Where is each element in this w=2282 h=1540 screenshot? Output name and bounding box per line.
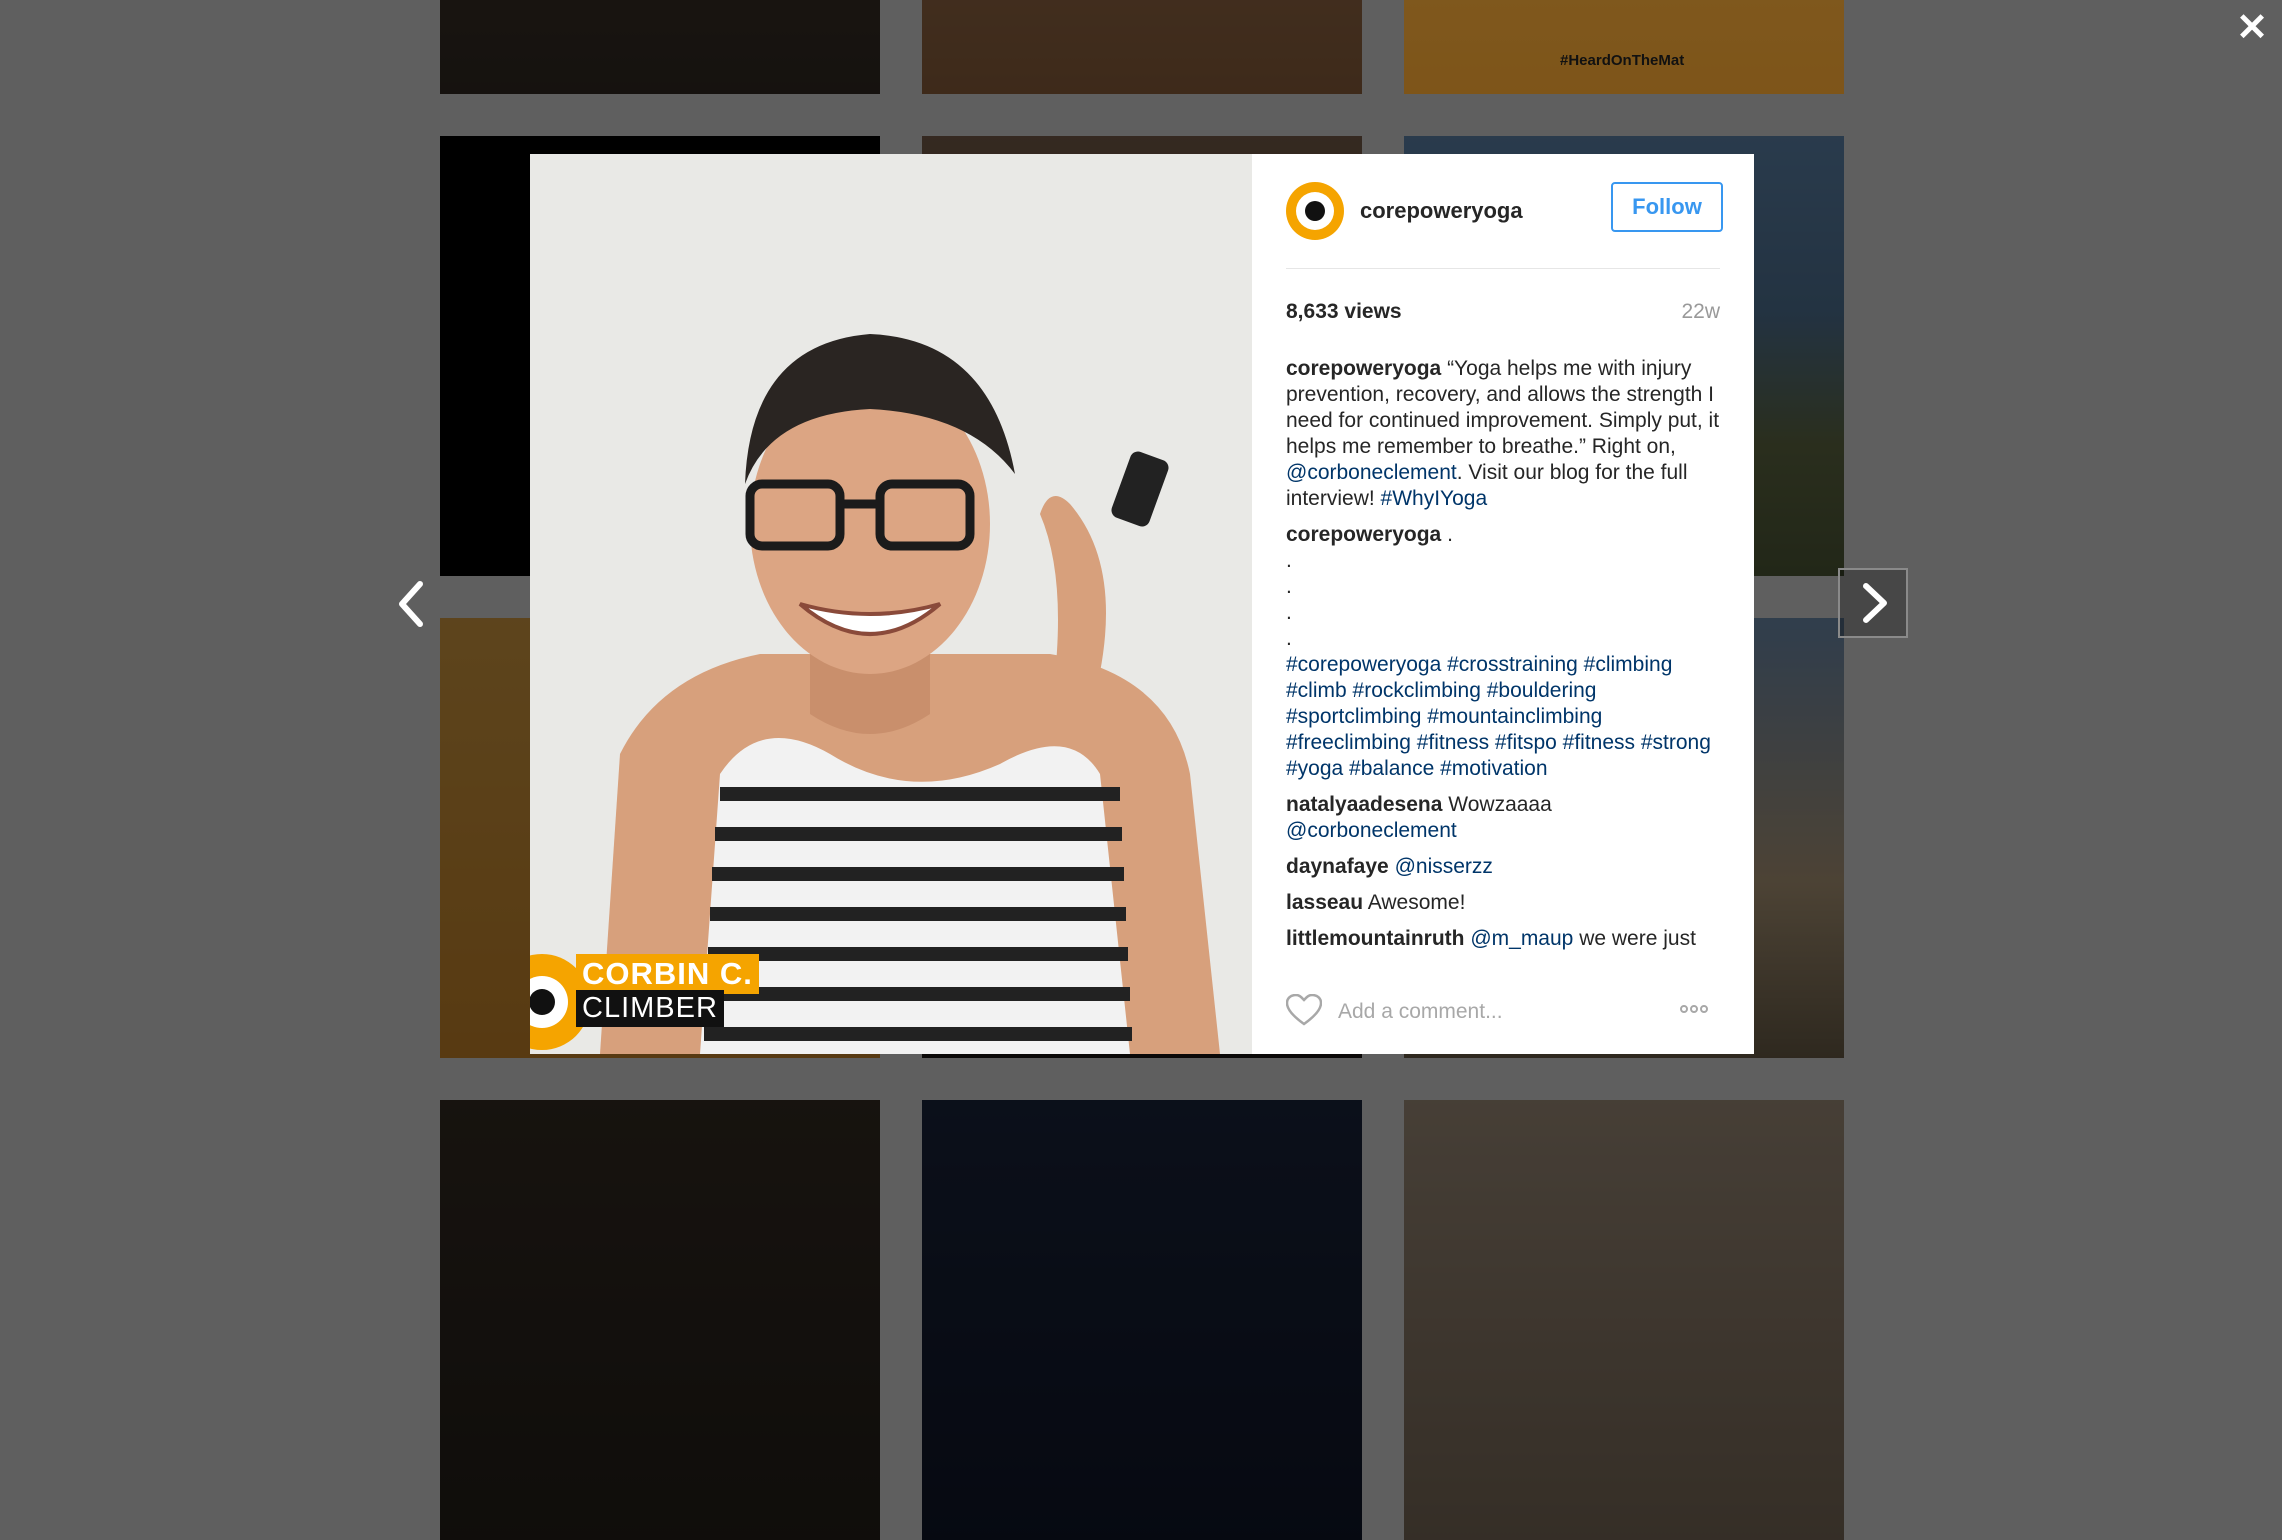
post-stats: 8,633 views 22w bbox=[1286, 300, 1720, 324]
mention-link[interactable]: @m_maup bbox=[1470, 927, 1573, 950]
like-button[interactable] bbox=[1285, 993, 1323, 1026]
comment-text: we were just bbox=[1573, 927, 1696, 950]
comment-username[interactable]: littlemountainruth bbox=[1286, 927, 1464, 950]
grid-tile[interactable] bbox=[922, 1100, 1362, 1540]
comment-username[interactable]: daynafaye bbox=[1286, 855, 1389, 878]
comment-text: . bbox=[1286, 601, 1292, 624]
list-item: littlemountainruth @m_maup we were just bbox=[1286, 926, 1720, 952]
comment-text: . bbox=[1286, 575, 1292, 598]
comment-list[interactable]: corepoweryoga “Yoga helps me with injury… bbox=[1286, 356, 1720, 952]
caption: corepoweryoga “Yoga helps me with injury… bbox=[1286, 356, 1720, 512]
post-modal: CORBIN C. CLIMBER corepoweryoga Follow 8… bbox=[530, 154, 1754, 1054]
comment-input[interactable] bbox=[1336, 994, 1650, 1030]
mention-link[interactable]: @nisserzz bbox=[1395, 855, 1493, 878]
view-count[interactable]: 8,633 views bbox=[1286, 300, 1402, 323]
comment-text: Wowzaaaa bbox=[1448, 793, 1552, 816]
list-item: lasseau Awesome! bbox=[1286, 890, 1720, 916]
grid-tile[interactable] bbox=[440, 1100, 880, 1540]
hashtag-list[interactable]: #corepoweryoga #crosstraining #climbing … bbox=[1286, 653, 1711, 780]
previous-post-button[interactable] bbox=[384, 570, 438, 638]
post-details-panel: corepoweryoga Follow 8,633 views 22w cor… bbox=[1252, 154, 1754, 1054]
comment-username[interactable]: corepoweryoga bbox=[1286, 357, 1441, 380]
list-item: daynafaye @nisserzz bbox=[1286, 854, 1720, 880]
comment-username[interactable]: natalyaadesena bbox=[1286, 793, 1442, 816]
follow-button[interactable]: Follow bbox=[1611, 182, 1723, 232]
mention-link[interactable]: @corboneclement bbox=[1286, 461, 1457, 484]
close-button[interactable]: ✕ bbox=[2232, 8, 2272, 48]
mention-link[interactable]: @corboneclement bbox=[1286, 819, 1457, 842]
chevron-left-icon bbox=[399, 581, 423, 627]
close-icon: ✕ bbox=[2236, 7, 2268, 49]
chevron-right-icon bbox=[1863, 583, 1887, 623]
grid-tile[interactable] bbox=[1404, 1100, 1844, 1540]
more-options-button[interactable] bbox=[1680, 1000, 1720, 1014]
comment-composer bbox=[1285, 984, 1720, 1034]
grid-tile[interactable] bbox=[1404, 0, 1844, 94]
avatar[interactable] bbox=[1286, 182, 1344, 240]
comment-text: . bbox=[1286, 549, 1292, 572]
more-options-icon bbox=[1690, 1005, 1698, 1013]
comment-username[interactable]: lasseau bbox=[1286, 891, 1363, 914]
next-post-button[interactable] bbox=[1838, 568, 1908, 638]
post-media[interactable]: CORBIN C. CLIMBER bbox=[530, 154, 1252, 1054]
media-badge-name: CORBIN C. bbox=[576, 954, 759, 994]
heart-icon bbox=[1285, 993, 1323, 1026]
post-header: corepoweryoga Follow bbox=[1286, 182, 1723, 269]
media-badge-role: CLIMBER bbox=[576, 990, 724, 1027]
comment-text: . bbox=[1286, 627, 1292, 650]
post-video-still bbox=[530, 154, 1252, 1054]
more-options-icon bbox=[1700, 1005, 1708, 1013]
comment-username[interactable]: corepoweryoga bbox=[1286, 523, 1441, 546]
grid-tile[interactable] bbox=[440, 0, 880, 94]
post-username[interactable]: corepoweryoga bbox=[1360, 198, 1523, 224]
hashtag-link[interactable]: #WhyIYoga bbox=[1381, 487, 1488, 510]
list-item: natalyaadesena Wowzaaaa @corboneclement bbox=[1286, 792, 1720, 844]
comment-text: Awesome! bbox=[1367, 891, 1466, 914]
grid-tile-hashtag: #HeardOnTheMat bbox=[1560, 52, 1685, 69]
more-options-icon bbox=[1680, 1005, 1688, 1013]
post-age[interactable]: 22w bbox=[1681, 300, 1720, 324]
comment-text: . bbox=[1447, 523, 1453, 546]
grid-tile[interactable] bbox=[922, 0, 1362, 94]
list-item: corepoweryoga . . . . . #corepoweryoga #… bbox=[1286, 522, 1720, 782]
